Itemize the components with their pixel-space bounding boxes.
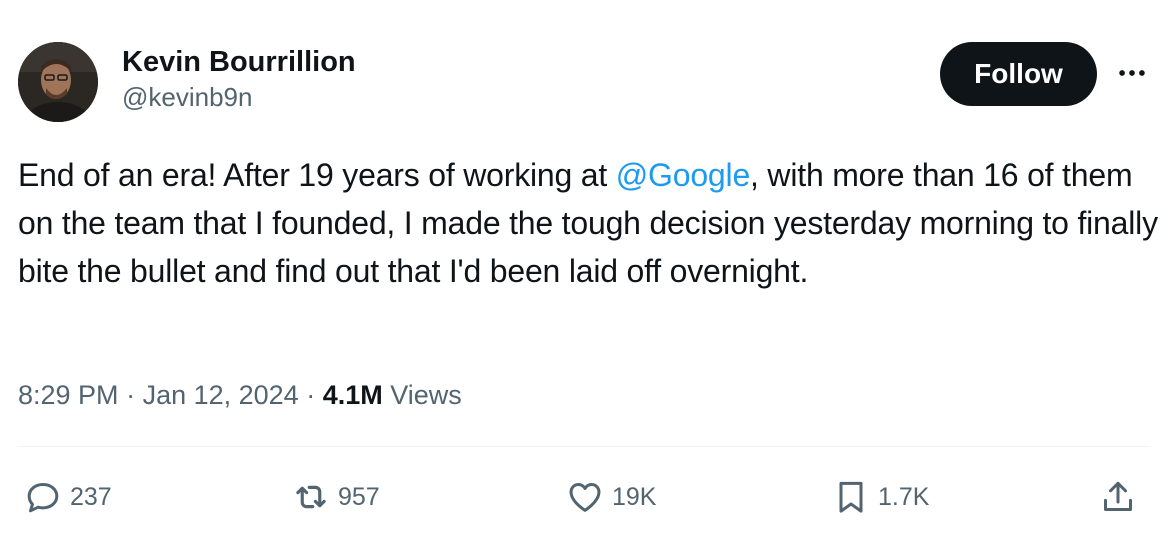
meta-separator: · (298, 380, 323, 410)
views-count: 4.1M (322, 380, 383, 410)
like-button[interactable]: 19K (564, 475, 656, 519)
more-horizontal-icon[interactable] (1115, 56, 1149, 90)
repost-icon (290, 476, 332, 518)
meta-separator: · (118, 380, 143, 410)
author-info: Kevin Bourrillion @kevinb9n (122, 44, 356, 114)
reply-count: 237 (70, 482, 112, 511)
share-button[interactable] (1097, 475, 1139, 519)
tweet-time[interactable]: 8:29 PM (18, 380, 119, 410)
heart-icon (564, 476, 606, 518)
bookmark-button[interactable]: 1.7K (830, 475, 929, 519)
repost-count: 957 (338, 482, 380, 511)
author-display-name[interactable]: Kevin Bourrillion (122, 44, 356, 80)
views-label: Views (382, 380, 462, 410)
bookmark-count: 1.7K (878, 482, 930, 511)
tweet-metadata: 8:29 PM · Jan 12, 2024 · 4.1M Views (18, 374, 462, 416)
profile-photo-icon (18, 42, 98, 122)
reply-icon (22, 476, 64, 518)
tweet-date[interactable]: Jan 12, 2024 (143, 380, 299, 410)
bookmark-icon (830, 476, 872, 518)
divider (18, 446, 1150, 447)
tweet-card: Kevin Bourrillion @kevinb9n Follow End o… (0, 0, 1172, 552)
like-count: 19K (612, 482, 657, 511)
avatar[interactable] (18, 42, 98, 122)
author-handle[interactable]: @kevinb9n (122, 80, 356, 114)
follow-button[interactable]: Follow (940, 42, 1097, 106)
mention-link[interactable]: @Google (616, 157, 750, 193)
repost-button[interactable]: 957 (290, 475, 380, 519)
tweet-text-start: End of an era! After 19 years of working… (18, 157, 616, 193)
tweet-text: End of an era! After 19 years of working… (18, 151, 1158, 295)
reply-button[interactable]: 237 (22, 475, 112, 519)
share-icon (1097, 476, 1139, 518)
